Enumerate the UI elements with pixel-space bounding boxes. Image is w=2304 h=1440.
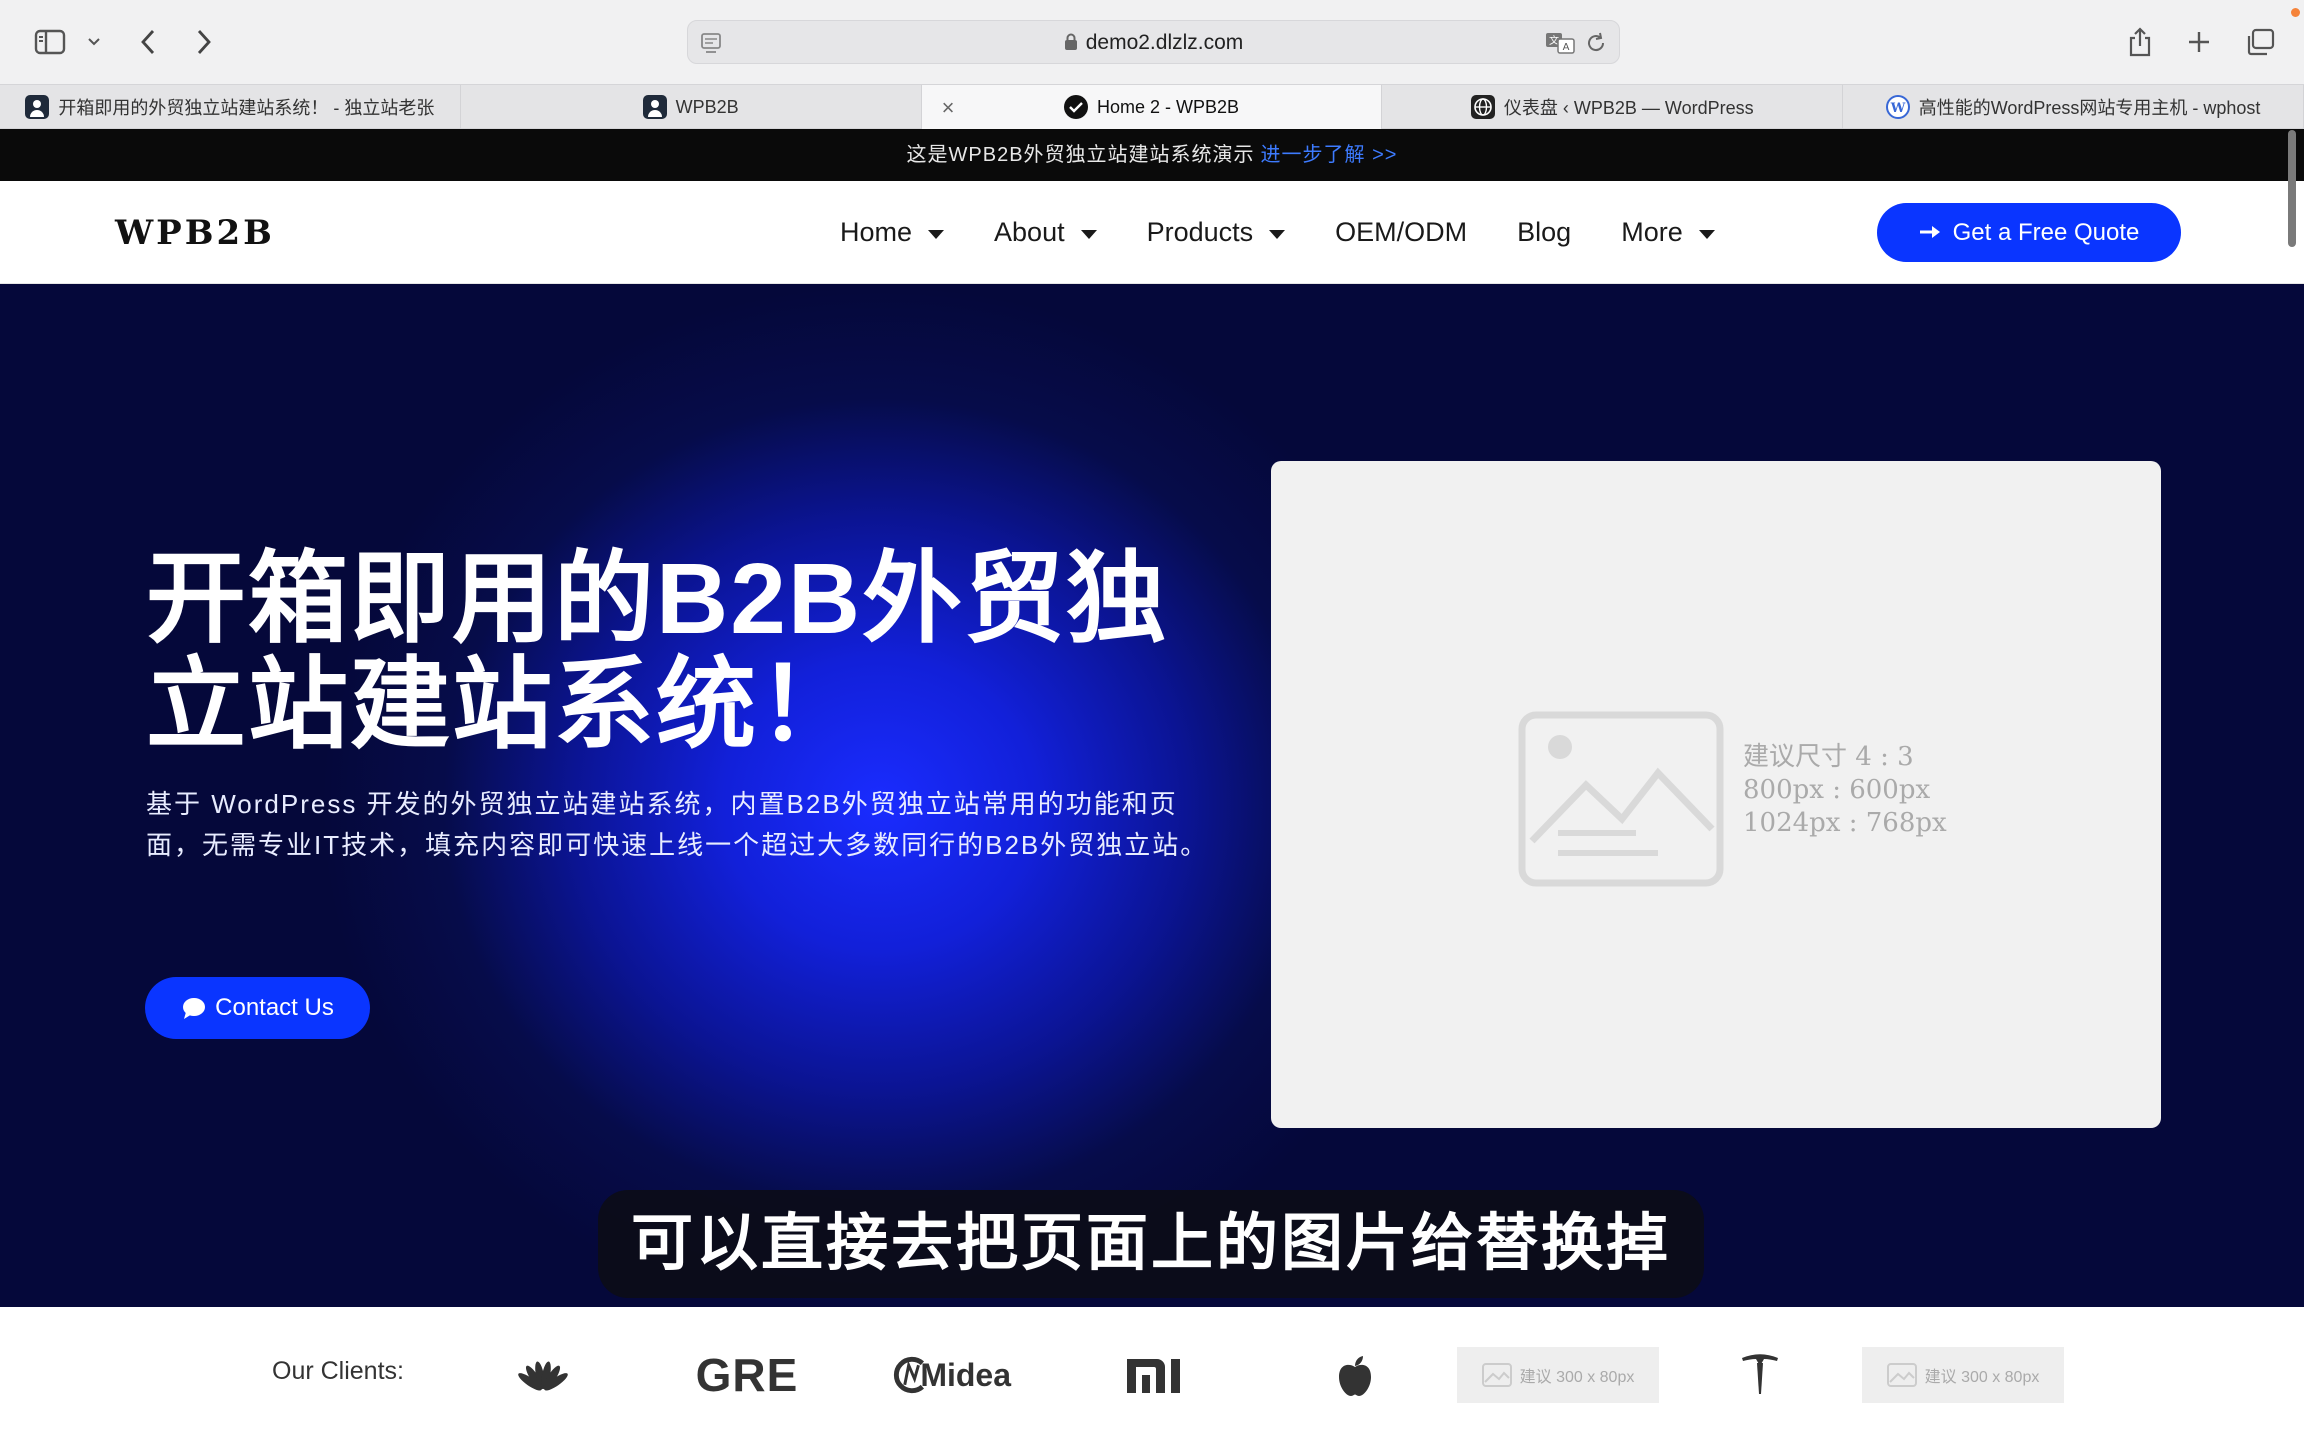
hero-section: 开箱即用的B2B外贸独 立站建站系统！ 基于 WordPress 开发的外贸独立… [0, 284, 2304, 1307]
huawei-logo [512, 1347, 574, 1403]
get-quote-label: Get a Free Quote [1952, 218, 2140, 246]
translate-icon[interactable]: 文A [1545, 31, 1575, 60]
get-quote-button[interactable]: Get a Free Quote [1877, 203, 2181, 262]
placeholder-line: 800px : 600px [1743, 775, 1931, 805]
announcement-link[interactable]: 进一步了解 >> [1261, 144, 1398, 166]
nav-item-more[interactable]: More [1621, 217, 1715, 248]
nav-label: Products [1146, 217, 1254, 247]
image-placeholder-icon [1518, 711, 1724, 892]
midea-logo: Midea [893, 1347, 1011, 1403]
tab-label: 仪表盘 ‹ WPB2B — WordPress [1503, 98, 1754, 118]
wordpress-icon: W [1885, 95, 1910, 119]
placeholder-label: 建议 300 x 80px [1924, 1369, 2040, 1386]
hero-title-line: 立站建站系统！ [146, 649, 860, 761]
mi-logo [1118, 1347, 1188, 1403]
nav-label: Blog [1517, 217, 1572, 247]
video-subtitle: 可以直接去把页面上的图片给替换掉 [598, 1190, 1704, 1298]
caret-down-icon [1080, 229, 1097, 239]
tab-label: 开箱即用的外贸独立站建站系统！ - 独立站老张 [58, 98, 435, 118]
tab-1[interactable]: 开箱即用的外贸独立站建站系统！ - 独立站老张 [0, 85, 461, 129]
hero-title: 开箱即用的B2B外贸独 立站建站系统！ [146, 546, 1226, 758]
forward-icon[interactable] [192, 22, 216, 62]
nav-item-home[interactable]: Home [840, 217, 945, 248]
reload-icon[interactable] [1585, 31, 1607, 60]
lock-icon [1064, 23, 1078, 67]
gre-logo: GRE [695, 1349, 799, 1401]
svg-text:A: A [1563, 42, 1570, 53]
tab-label: WPB2B [675, 96, 739, 117]
image-placeholder-icon [1886, 1363, 1917, 1387]
nav-item-about[interactable]: About [994, 217, 1097, 248]
announcement-bar: 这是WPB2B外贸独立站建站系统演示 进一步了解 >> [0, 129, 2304, 181]
tab-4[interactable]: 仪表盘 ‹ WPB2B — WordPress [1382, 85, 1844, 129]
hero-title-line: 开箱即用的B2B外贸独 [146, 543, 1169, 655]
tesla-logo [1735, 1347, 1785, 1403]
caret-down-icon [928, 229, 945, 239]
main-nav: Home About Products OEM/ODM Blog More [840, 181, 1765, 284]
nav-item-products[interactable]: Products [1147, 217, 1286, 248]
placeholder-line: 1024px : 768px [1743, 808, 1947, 838]
nav-label: More [1621, 217, 1683, 247]
apple-logo [1330, 1347, 1380, 1403]
placeholder-line: 建议尺寸 4 : 3 [1743, 742, 1914, 772]
client-logo-placeholder: 建议 300 x 80px [1457, 1347, 1659, 1403]
close-icon[interactable]: × [942, 95, 955, 121]
site-header: WPB2B Home About Products OEM/ODM Blog M… [0, 181, 2304, 284]
globe-icon [1470, 95, 1495, 119]
share-icon[interactable] [2125, 22, 2155, 62]
tab-label: 高性能的WordPress网站专用主机 - wphost [1918, 98, 2261, 118]
avatar-icon [642, 95, 667, 119]
nav-item-oem-odm[interactable]: OEM/ODM [1335, 217, 1467, 248]
nav-label: OEM/ODM [1335, 217, 1468, 247]
caret-down-icon [1698, 229, 1715, 239]
contact-us-label: Contact Us [215, 994, 334, 1021]
browser-toolbar: demo2.dlzlz.com 文A [0, 0, 2304, 84]
site-logo[interactable]: WPB2B [115, 213, 275, 253]
check-circle-icon [1063, 95, 1088, 119]
hero-description: 基于 WordPress 开发的外贸独立站建站系统，内置B2B外贸独立站常用的功… [146, 789, 1209, 860]
tab-overview-icon[interactable] [2244, 22, 2276, 62]
nav-item-blog[interactable]: Blog [1517, 217, 1571, 248]
contact-us-button[interactable]: Contact Us [145, 977, 370, 1039]
hero-image-placeholder: 建议尺寸 4 : 3 800px : 600px 1024px : 768px [1271, 461, 2161, 1128]
tab-label: Home 2 - WPB2B [1096, 96, 1240, 117]
client-logo-placeholder: 建议 300 x 80px [1862, 1347, 2064, 1403]
sidebar-toggle-icon[interactable] [32, 22, 68, 62]
caret-down-icon [1269, 229, 1286, 239]
arrow-right-icon [1919, 219, 1941, 247]
placeholder-size-hint: 建议尺寸 4 : 3 800px : 600px 1024px : 768px [1743, 741, 1947, 840]
url-text: demo2.dlzlz.com [1085, 31, 1244, 54]
tab-3-active[interactable]: × Home 2 - WPB2B [921, 85, 1383, 129]
image-placeholder-icon [1481, 1363, 1512, 1387]
announcement-text: 这是WPB2B外贸独立站建站系统演示 [906, 144, 1255, 166]
placeholder-label: 建议 300 x 80px [1519, 1369, 1635, 1386]
new-tab-icon[interactable] [2184, 22, 2214, 62]
tab-5[interactable]: W 高性能的WordPress网站专用主机 - wphost [1843, 85, 2304, 129]
tab-2[interactable]: WPB2B [461, 85, 922, 129]
midea-text: Midea [920, 1356, 1011, 1393]
clients-label: Our Clients: [272, 1357, 404, 1385]
nav-label: About [994, 217, 1065, 247]
tab-bar: 开箱即用的外贸独立站建站系统！ - 独立站老张 WPB2B × Home 2 -… [0, 84, 2304, 129]
back-icon[interactable] [136, 22, 160, 62]
address-bar[interactable]: demo2.dlzlz.com 文A [687, 20, 1620, 64]
clients-bar: Our Clients: GRE Midea 建议 300 x 80px 建议 … [0, 1307, 2304, 1440]
page-scrollbar[interactable] [2288, 130, 2296, 247]
chat-bubble-icon [183, 998, 206, 1019]
notification-dot [2291, 8, 2300, 17]
avatar-icon [25, 95, 50, 119]
chevron-down-icon[interactable] [84, 22, 104, 62]
nav-label: Home [840, 217, 913, 247]
svg-text:W: W [1890, 101, 1906, 115]
